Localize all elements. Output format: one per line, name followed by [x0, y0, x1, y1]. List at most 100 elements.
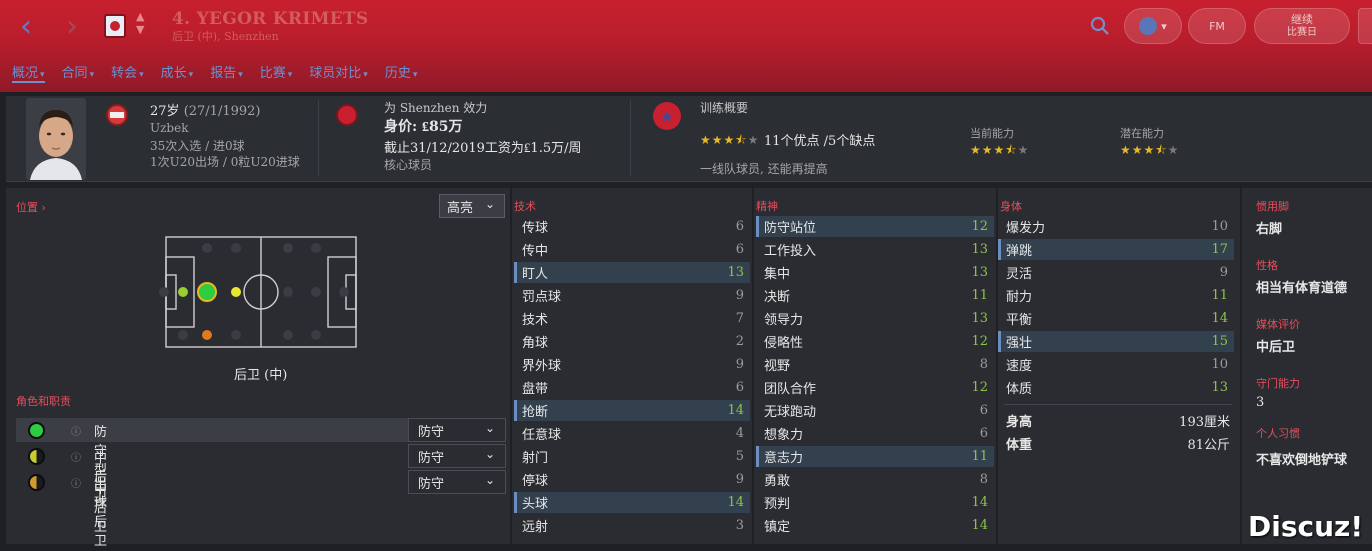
- age-line: 27岁 (27/1/1992): [150, 100, 261, 119]
- duty-dropdown[interactable]: 防守 ⌄: [408, 444, 506, 468]
- fm-menu-button[interactable]: FM: [1188, 8, 1246, 44]
- strengths-summary[interactable]: 11个优点 /5个缺点: [764, 130, 875, 149]
- attribute-row[interactable]: 团队合作 12: [756, 377, 994, 398]
- tab-contract[interactable]: 合同 ▾: [62, 62, 95, 83]
- continue-label: 继续: [1291, 13, 1313, 26]
- attribute-row[interactable]: 传中 6: [514, 239, 750, 260]
- attribute-row[interactable]: 罚点球 9: [514, 285, 750, 306]
- training-star-icon[interactable]: ★: [653, 102, 681, 130]
- attribute-row[interactable]: 灵活 9: [998, 262, 1234, 283]
- duty-dropdown[interactable]: 防守 ⌄: [408, 470, 506, 494]
- attribute-row[interactable]: 防守站位 12: [756, 216, 994, 237]
- tab-development[interactable]: 成长 ▾: [161, 62, 194, 83]
- info-icon[interactable]: ⓘ: [71, 475, 81, 490]
- attribute-row[interactable]: 体质 13: [998, 377, 1234, 398]
- tab-transfer[interactable]: 转会 ▾: [111, 62, 144, 83]
- attribute-row[interactable]: 速度 10: [998, 354, 1234, 375]
- attribute-row[interactable]: 界外球 9: [514, 354, 750, 375]
- attribute-row[interactable]: 决断 11: [756, 285, 994, 306]
- caps-label: 35次入选 / 进0球: [150, 139, 245, 153]
- nationality-label[interactable]: Uzbek: [150, 121, 189, 135]
- tab-reports[interactable]: 报告 ▾: [210, 62, 243, 83]
- duty-label: 防守: [418, 450, 445, 466]
- attribute-name: 体质: [1006, 382, 1033, 397]
- search-icon[interactable]: [1088, 14, 1112, 38]
- attribute-row[interactable]: 想象力 6: [756, 423, 994, 444]
- role-rating-half-icon: [28, 474, 45, 491]
- attribute-row[interactable]: 爆发力 10: [998, 216, 1234, 237]
- attribute-name: 想象力: [764, 428, 804, 443]
- attribute-row[interactable]: 头球 14: [514, 492, 750, 513]
- attribute-row[interactable]: 角球 2: [514, 331, 750, 352]
- attribute-row[interactable]: 预判 14: [756, 492, 994, 513]
- duty-dropdown[interactable]: 防守 ⌄: [408, 418, 506, 442]
- attribute-name: 勇敢: [764, 474, 791, 489]
- player-value: 身价: ₤85万: [384, 119, 463, 135]
- pitch-diagram: [159, 236, 357, 348]
- height-label: 身高: [1006, 415, 1033, 430]
- attribute-row[interactable]: 盘带 6: [514, 377, 750, 398]
- attribute-row[interactable]: 抢断 14: [514, 400, 750, 421]
- attribute-value: 2: [735, 334, 744, 349]
- attribute-row[interactable]: 射门 5: [514, 446, 750, 467]
- continue-button[interactable]: 继续 比赛日: [1254, 8, 1350, 44]
- attribute-value: 8: [979, 472, 988, 487]
- star-icon: ★: [981, 143, 994, 157]
- tab-matches[interactable]: 比赛 ▾: [260, 62, 293, 83]
- attribute-value: 15: [1211, 334, 1228, 349]
- attribute-value: 7: [735, 311, 744, 326]
- back-arrow-icon[interactable]: ‹: [20, 12, 32, 42]
- attribute-name: 防守站位: [764, 221, 817, 236]
- attribute-name: 耐力: [1006, 290, 1033, 305]
- attribute-row[interactable]: 集中 13: [756, 262, 994, 283]
- attribute-value: 11: [971, 449, 988, 464]
- preferred-foot-label: 惯用脚: [1256, 200, 1289, 213]
- attribute-row[interactable]: 停球 9: [514, 469, 750, 490]
- attribute-row[interactable]: 侵略性 12: [756, 331, 994, 352]
- info-icon[interactable]: ⓘ: [71, 449, 81, 464]
- star-icon: ⯪: [1155, 143, 1168, 157]
- chevron-down-icon: ⌄: [484, 197, 495, 211]
- attribute-name: 停球: [522, 474, 549, 489]
- extra-menu-button[interactable]: [1358, 8, 1372, 44]
- nationality-flag-icon[interactable]: [106, 104, 128, 126]
- club-line: 为 Shenzhen 效力: [384, 101, 488, 115]
- attribute-row[interactable]: 弹跳 17: [998, 239, 1234, 260]
- attribute-name: 罚点球: [522, 290, 562, 305]
- tab-compare[interactable]: 球员对比 ▾: [309, 62, 368, 83]
- star-icon: ⯪: [735, 133, 748, 147]
- forward-arrow-icon[interactable]: ›: [66, 12, 78, 42]
- attribute-row[interactable]: 任意球 4: [514, 423, 750, 444]
- position-header-link[interactable]: 位置 ›: [16, 199, 46, 215]
- attribute-row[interactable]: 勇敢 8: [756, 469, 994, 490]
- weight-value: 81公斤: [1187, 438, 1230, 453]
- attribute-name: 镇定: [764, 520, 791, 535]
- info-icon[interactable]: ⓘ: [71, 423, 81, 438]
- attribute-row[interactable]: 无球跑动 6: [756, 400, 994, 421]
- attribute-row[interactable]: 耐力 11: [998, 285, 1234, 306]
- club-badge-icon[interactable]: [336, 104, 358, 126]
- attribute-row[interactable]: 领导力 13: [756, 308, 994, 329]
- attribute-value: 6: [979, 426, 988, 441]
- position-caption: 后卫 (中): [234, 368, 288, 383]
- attribute-row[interactable]: 镇定 14: [756, 515, 994, 536]
- club-crest-icon[interactable]: [104, 14, 126, 38]
- attribute-row[interactable]: 技术 7: [514, 308, 750, 329]
- tab-overview[interactable]: 概况 ▾: [12, 62, 45, 83]
- attribute-value: 11: [1211, 288, 1228, 303]
- attribute-row[interactable]: 平衡 14: [998, 308, 1234, 329]
- player-switch-arrows[interactable]: ▲ ▼: [136, 10, 144, 36]
- star-icon: ★: [1131, 143, 1144, 157]
- attribute-row[interactable]: 视野 8: [756, 354, 994, 375]
- attribute-row[interactable]: 远射 3: [514, 515, 750, 536]
- attribute-value: 9: [735, 472, 744, 487]
- attribute-row[interactable]: 盯人 13: [514, 262, 750, 283]
- attribute-row[interactable]: 意志力 11: [756, 446, 994, 467]
- highlight-dropdown[interactable]: 高亮 ⌄: [439, 194, 505, 218]
- tab-history[interactable]: 历史 ▾: [385, 62, 418, 83]
- attribute-value: 9: [735, 288, 744, 303]
- attribute-row[interactable]: 工作投入 13: [756, 239, 994, 260]
- attribute-row[interactable]: 传球 6: [514, 216, 750, 237]
- attribute-row[interactable]: 强壮 15: [998, 331, 1234, 352]
- club-menu-button[interactable]: ▾: [1124, 8, 1182, 44]
